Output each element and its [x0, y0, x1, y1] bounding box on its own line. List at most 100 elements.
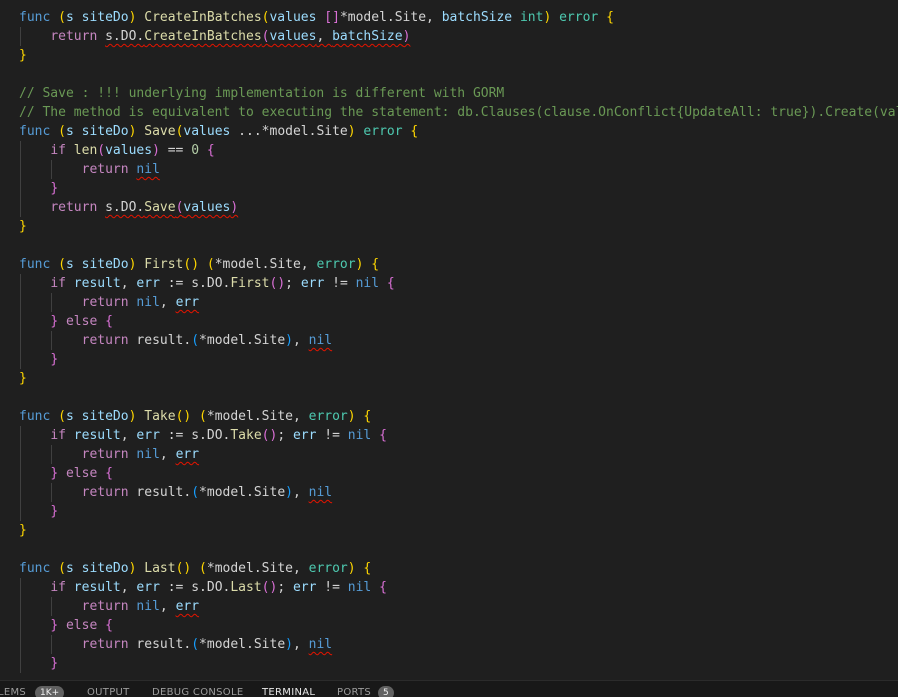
- code-token: {: [410, 124, 419, 139]
- code-token-error: err: [175, 295, 200, 310]
- code-line[interactable]: return nil: [0, 160, 898, 179]
- code-token: ): [347, 561, 356, 576]
- code-line[interactable]: }: [0, 654, 898, 673]
- code-token-error: s.DO.: [105, 200, 145, 215]
- code-token: }: [19, 48, 27, 63]
- code-line[interactable]: return nil, err: [0, 597, 898, 616]
- code-token: result: [73, 428, 121, 443]
- code-token-error: nil: [308, 333, 333, 348]
- code-token: nil: [355, 276, 380, 291]
- code-token: }: [19, 523, 27, 538]
- code-token: {: [363, 409, 372, 424]
- code-token: := s.DO.: [159, 580, 231, 595]
- code-line[interactable]: } else {: [0, 464, 898, 483]
- code-token: if: [50, 428, 66, 443]
- code-line[interactable]: return s.DO.Save(values): [0, 198, 898, 217]
- code-token: {: [105, 314, 113, 329]
- code-token: siteDo: [81, 561, 129, 576]
- code-line[interactable]: func (s siteDo) Last() (*model.Site, err…: [0, 559, 898, 578]
- code-line[interactable]: return result.(*model.Site), nil: [0, 635, 898, 654]
- code-line[interactable]: [0, 388, 898, 407]
- code-token-error: nil: [308, 637, 333, 652]
- code-token: error: [308, 409, 348, 424]
- code-lines[interactable]: func (s siteDo) CreateInBatches(values […: [0, 8, 898, 673]
- code-token: if: [50, 580, 66, 595]
- code-token: (: [58, 257, 66, 272]
- code-line[interactable]: if result, err := s.DO.Take(); err != ni…: [0, 426, 898, 445]
- code-token: // Save : !!! underlying implementation …: [19, 86, 505, 101]
- code-token: (: [191, 637, 200, 652]
- code-token: s: [65, 10, 74, 25]
- code-token: {: [371, 257, 380, 272]
- indent-guide: [20, 160, 21, 179]
- code-token-error: values: [269, 29, 317, 44]
- code-token: values: [183, 124, 231, 139]
- indent-guide: [20, 597, 21, 616]
- code-line[interactable]: }: [0, 179, 898, 198]
- code-token: error: [316, 257, 356, 272]
- code-line[interactable]: }: [0, 369, 898, 388]
- code-token-error: ,: [316, 29, 333, 44]
- code-line[interactable]: // The method is equivalent to executing…: [0, 103, 898, 122]
- code-token: *model.Site,: [206, 561, 309, 576]
- code-line[interactable]: return s.DO.CreateInBatches(values, batc…: [0, 27, 898, 46]
- code-line[interactable]: if result, err := s.DO.First(); err != n…: [0, 274, 898, 293]
- indent-guide: [20, 312, 21, 331]
- indent-guide: [51, 331, 52, 350]
- code-line[interactable]: func (s siteDo) CreateInBatches(values […: [0, 8, 898, 27]
- code-line[interactable]: return result.(*model.Site), nil: [0, 331, 898, 350]
- code-editor[interactable]: func (s siteDo) CreateInBatches(values […: [0, 0, 898, 680]
- code-line[interactable]: if result, err := s.DO.Last(); err != ni…: [0, 578, 898, 597]
- code-token: ): [285, 485, 293, 500]
- code-line[interactable]: func (s siteDo) Save(values ...*model.Si…: [0, 122, 898, 141]
- code-line[interactable]: } else {: [0, 616, 898, 635]
- code-token: }: [50, 181, 59, 196]
- code-line[interactable]: return result.(*model.Site), nil: [0, 483, 898, 502]
- code-token: (: [58, 561, 66, 576]
- code-line[interactable]: // Save : !!! underlying implementation …: [0, 84, 898, 103]
- code-line[interactable]: return nil, err: [0, 293, 898, 312]
- code-line[interactable]: } else {: [0, 312, 898, 331]
- code-token: Last: [144, 561, 176, 576]
- code-token: ==: [159, 143, 192, 158]
- code-token: {: [379, 580, 387, 595]
- indent-guide: [51, 160, 52, 179]
- code-line[interactable]: [0, 540, 898, 559]
- code-line[interactable]: }: [0, 217, 898, 236]
- indent-guide: [20, 464, 21, 483]
- code-line[interactable]: func (s siteDo) Take() (*model.Site, err…: [0, 407, 898, 426]
- code-line[interactable]: if len(values) == 0 {: [0, 141, 898, 160]
- code-line[interactable]: [0, 65, 898, 84]
- code-line[interactable]: }: [0, 502, 898, 521]
- code-token: else: [65, 466, 98, 481]
- code-line[interactable]: func (s siteDo) First() (*model.Site, er…: [0, 255, 898, 274]
- code-token: (): [175, 409, 192, 424]
- code-line[interactable]: }: [0, 521, 898, 540]
- code-token: result: [73, 276, 121, 291]
- code-token-error: Save: [144, 200, 176, 215]
- code-line[interactable]: return nil, err: [0, 445, 898, 464]
- code-line[interactable]: [0, 236, 898, 255]
- code-token: (: [97, 143, 106, 158]
- code-token: // The method is equivalent to executing…: [19, 105, 898, 120]
- code-token-error: err: [175, 599, 200, 614]
- indent-guide: [51, 293, 52, 312]
- indent-guide: [51, 445, 52, 464]
- code-token: return: [50, 200, 98, 215]
- code-line[interactable]: }: [0, 350, 898, 369]
- code-line[interactable]: }: [0, 46, 898, 65]
